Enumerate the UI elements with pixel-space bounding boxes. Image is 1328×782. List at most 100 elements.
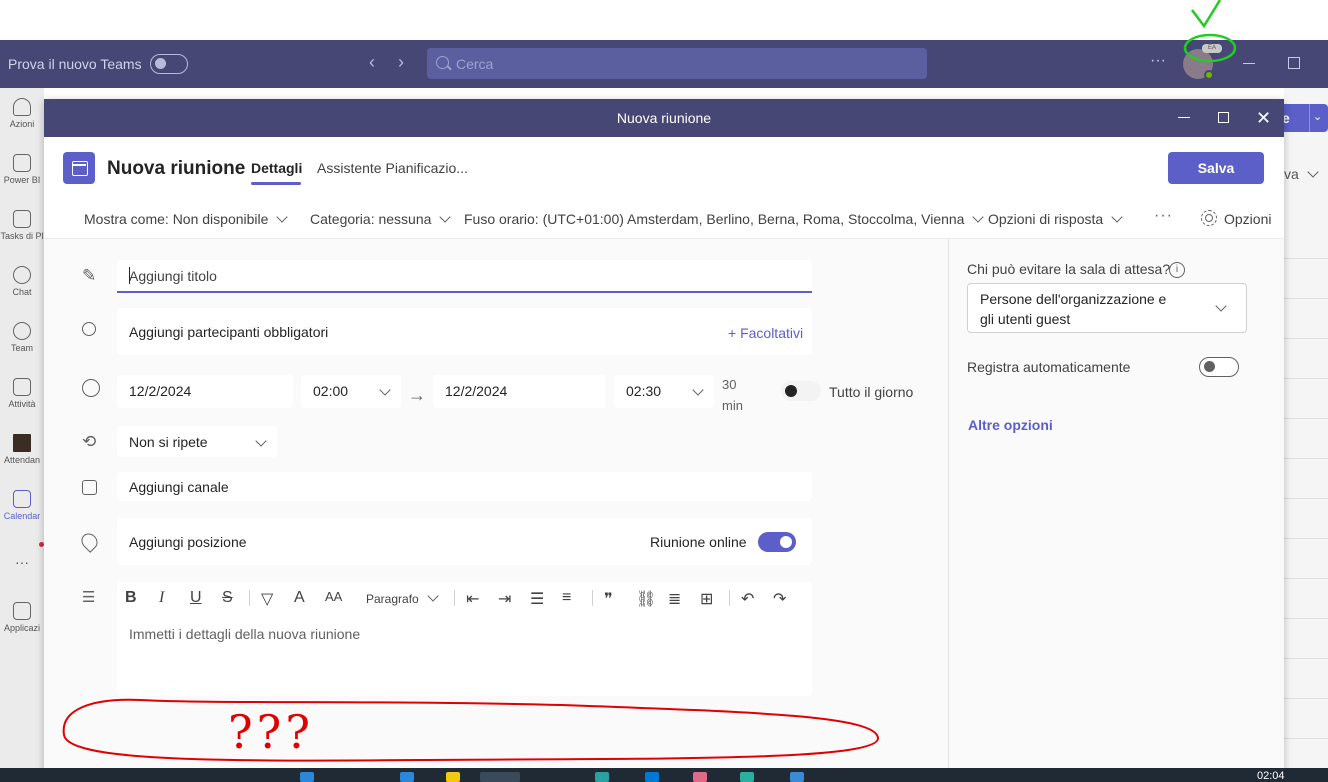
record-automatically-toggle[interactable] bbox=[1199, 357, 1239, 377]
top-whitespace bbox=[0, 0, 1328, 40]
indent-icon[interactable]: ⇥ bbox=[498, 589, 511, 609]
calendar-gridline bbox=[1284, 378, 1328, 379]
align-icon[interactable]: ≣ bbox=[668, 589, 681, 609]
undo-icon[interactable]: ↶ bbox=[741, 589, 754, 609]
avatar-initials: EA bbox=[1202, 44, 1222, 53]
start-date-value: 12/2/2024 bbox=[129, 383, 192, 399]
paragraph-dropdown[interactable]: Paragrafo bbox=[366, 592, 437, 606]
tasks-icon bbox=[13, 210, 31, 228]
save-button[interactable]: Salva bbox=[1168, 152, 1264, 184]
search-icon bbox=[436, 56, 449, 69]
dialog-maximize-icon[interactable] bbox=[1218, 112, 1229, 123]
calendar-gridline bbox=[1284, 418, 1328, 419]
taskbar-app-icon[interactable] bbox=[595, 772, 609, 782]
bullet-list-icon[interactable]: ☰ bbox=[530, 589, 544, 609]
rail-item-tasks[interactable]: Tasks di Pl bbox=[0, 210, 44, 241]
edge-icon[interactable] bbox=[300, 772, 314, 782]
quote-icon[interactable]: ❞ bbox=[604, 589, 613, 609]
clock-icon bbox=[82, 379, 100, 397]
rail-item-team[interactable]: Team bbox=[0, 322, 44, 353]
dialog-minimize-icon[interactable] bbox=[1178, 117, 1190, 118]
arrow-right-icon: → bbox=[408, 385, 426, 405]
calendar-gridline bbox=[1284, 458, 1328, 459]
rail-item-attendance[interactable]: Attendan bbox=[0, 434, 44, 465]
category-dropdown[interactable]: Categoria: nessuna bbox=[310, 211, 449, 227]
italic-icon[interactable]: I bbox=[159, 589, 164, 609]
outdent-icon[interactable]: ⇤ bbox=[466, 589, 479, 609]
active-tab-indicator bbox=[251, 182, 301, 185]
numbered-list-icon[interactable]: ≡ bbox=[562, 589, 571, 609]
chevron-down-icon[interactable]: ⌄ bbox=[1313, 110, 1322, 123]
rail-item-apps[interactable]: Applicazi bbox=[0, 602, 44, 633]
try-new-teams-toggle[interactable] bbox=[150, 54, 188, 74]
presence-status-icon bbox=[1204, 70, 1214, 80]
bold-icon[interactable]: B bbox=[125, 589, 137, 609]
rail-item-azioni[interactable]: Azioni bbox=[0, 98, 44, 129]
highlight-icon[interactable]: ▽ bbox=[261, 589, 273, 609]
toolbar-separator bbox=[729, 590, 730, 606]
lobby-bypass-value: Persone dell'organizzazione e gli utenti… bbox=[980, 291, 1167, 327]
table-icon[interactable]: ⊞ bbox=[700, 589, 713, 609]
optional-attendees-link[interactable]: + Facoltativi bbox=[728, 325, 803, 341]
details-list-icon: ☰ bbox=[82, 589, 96, 606]
panel-divider bbox=[948, 239, 949, 782]
teams-taskbar-icon[interactable] bbox=[480, 772, 520, 782]
underline-icon[interactable]: U bbox=[190, 589, 202, 609]
rail-item-power-bi[interactable]: Power BI bbox=[0, 154, 44, 185]
background-view-selector[interactable]: va bbox=[1284, 166, 1317, 182]
all-day-toggle[interactable] bbox=[781, 381, 821, 401]
show-as-dropdown[interactable]: Mostra come: Non disponibile bbox=[84, 211, 286, 227]
info-icon[interactable]: i bbox=[1169, 262, 1185, 278]
assignment-icon bbox=[13, 378, 31, 396]
gear-icon[interactable] bbox=[1201, 210, 1217, 226]
record-automatically-label: Registra automaticamente bbox=[967, 359, 1131, 375]
more-options-icon[interactable]: ··· bbox=[1150, 52, 1166, 70]
font-color-icon[interactable]: A bbox=[294, 589, 305, 609]
taskbar-app-icon[interactable] bbox=[693, 772, 707, 782]
tab-dettagli[interactable]: Dettagli bbox=[251, 160, 302, 176]
apps-icon bbox=[13, 602, 31, 620]
outlook-icon[interactable] bbox=[645, 772, 659, 782]
taskbar-app-icon[interactable] bbox=[400, 772, 414, 782]
attendance-icon bbox=[13, 434, 31, 452]
taskbar-app-icon[interactable] bbox=[790, 772, 804, 782]
attendees-placeholder: Aggiungi partecipanti obbligatori bbox=[129, 324, 329, 340]
search-input[interactable] bbox=[427, 48, 927, 79]
calendar-gridline bbox=[1284, 618, 1328, 619]
tab-scheduling-assistant[interactable]: Assistente Pianificazio... bbox=[317, 160, 468, 176]
rail-item-calendar[interactable]: Calendar bbox=[0, 490, 44, 521]
redo-icon[interactable]: ↷ bbox=[773, 589, 786, 609]
restore-icon[interactable] bbox=[1288, 57, 1300, 69]
title-input[interactable] bbox=[117, 260, 812, 293]
explorer-icon[interactable] bbox=[446, 772, 460, 782]
forward-arrow-icon[interactable]: › bbox=[398, 52, 404, 73]
search-placeholder: Cerca bbox=[456, 56, 494, 72]
end-time-value: 02:30 bbox=[626, 383, 662, 399]
taskbar-app-icon[interactable] bbox=[740, 772, 754, 782]
rail-item-attivita[interactable]: Attività bbox=[0, 378, 44, 409]
online-meeting-toggle[interactable] bbox=[758, 532, 796, 552]
calendar-gridline bbox=[1284, 258, 1328, 259]
calendar-gridline bbox=[1284, 498, 1328, 499]
rail-item-chat[interactable]: Chat bbox=[0, 266, 44, 297]
chevron-down-icon bbox=[247, 435, 265, 453]
strikethrough-icon[interactable]: S bbox=[222, 589, 233, 609]
rail-item-more[interactable]: ··· bbox=[0, 554, 44, 570]
windows-taskbar bbox=[0, 768, 1328, 782]
toolbar-separator bbox=[592, 590, 593, 606]
calendar-badge-icon bbox=[63, 152, 95, 184]
toolbar-separator bbox=[454, 590, 455, 606]
link-icon[interactable]: ⛓ bbox=[636, 589, 656, 609]
text-caret bbox=[129, 267, 130, 284]
dialog-close-icon[interactable]: ✕ bbox=[1256, 108, 1271, 129]
minimize-icon[interactable] bbox=[1243, 63, 1255, 64]
online-meeting-label: Riunione online bbox=[650, 534, 747, 550]
toolbar-more-icon[interactable]: ··· bbox=[1154, 207, 1173, 225]
options-button[interactable]: Opzioni bbox=[1224, 211, 1271, 227]
timezone-dropdown[interactable]: Fuso orario: (UTC+01:00) Amsterdam, Berl… bbox=[464, 211, 982, 227]
back-arrow-icon[interactable]: ‹ bbox=[369, 52, 375, 73]
button-separator bbox=[1309, 104, 1310, 132]
more-options-link[interactable]: Altre opzioni bbox=[968, 417, 1053, 433]
response-options-dropdown[interactable]: Opzioni di risposta bbox=[988, 211, 1121, 227]
font-size-icon[interactable]: AA bbox=[325, 589, 342, 609]
